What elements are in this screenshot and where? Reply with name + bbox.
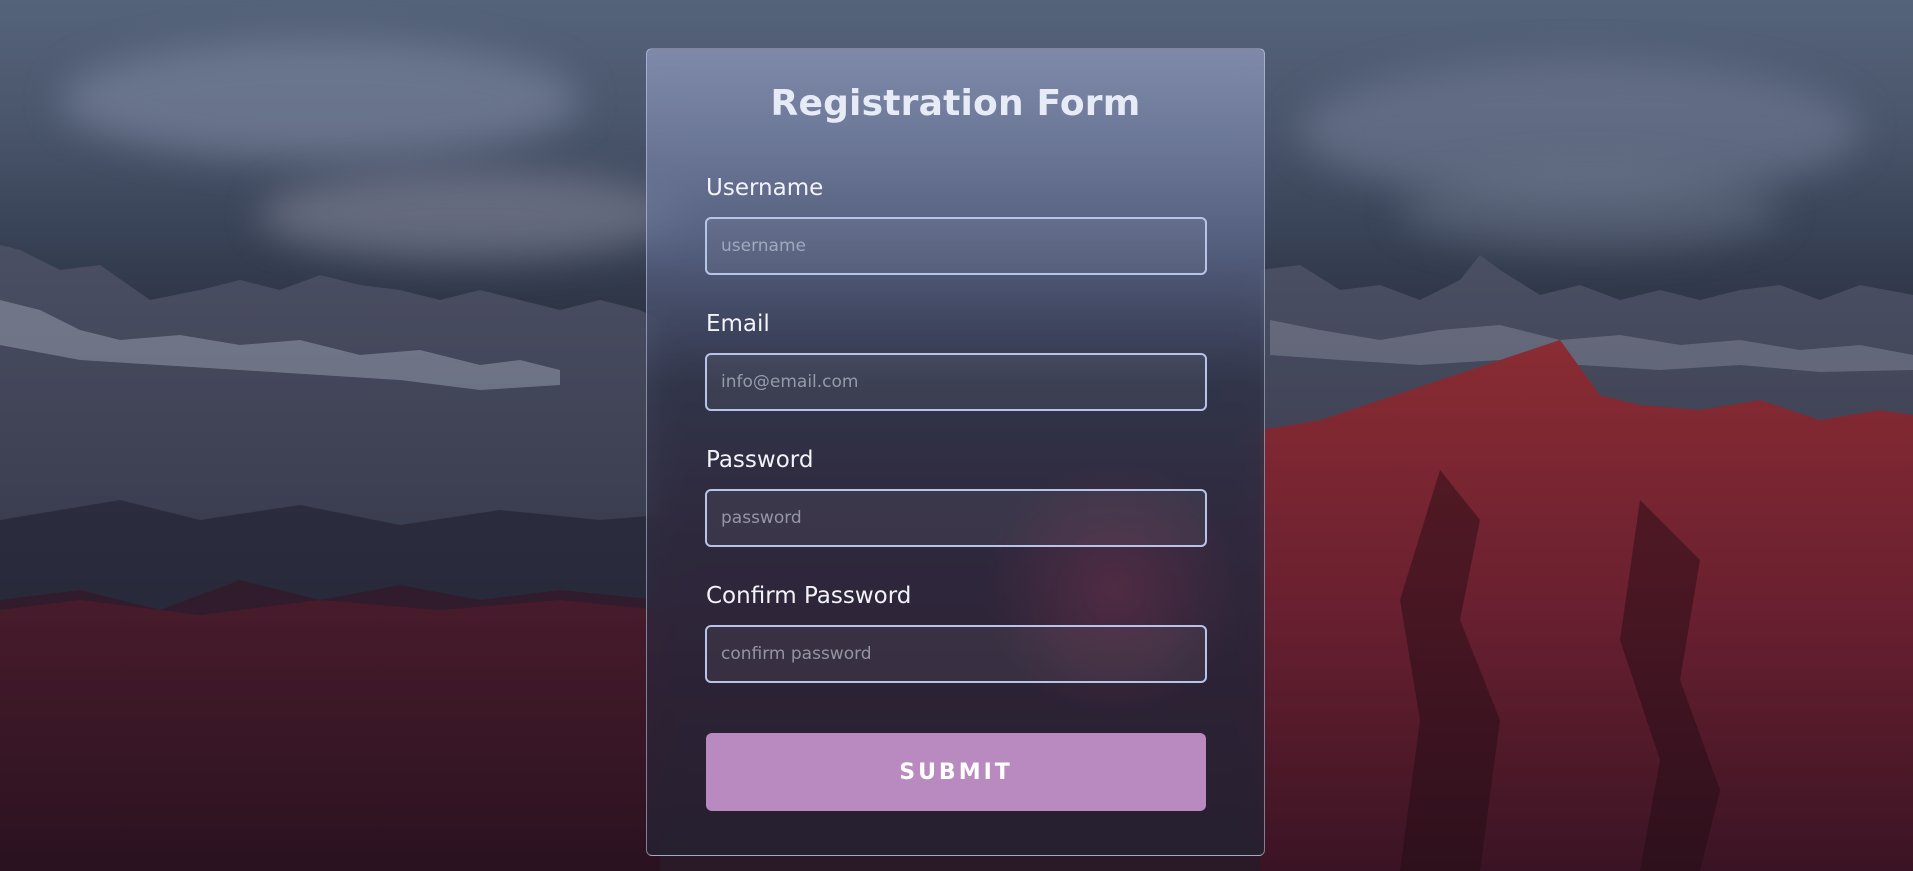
background-scene: Registration Form Username Email Passwor… [0, 0, 1913, 871]
password-label: Password [706, 447, 814, 473]
email-input[interactable] [705, 353, 1207, 411]
password-input[interactable] [705, 489, 1207, 547]
submit-button[interactable]: SUBMIT [706, 733, 1206, 811]
confirm-password-label: Confirm Password [706, 583, 912, 609]
username-label: Username [706, 175, 824, 201]
email-label: Email [706, 311, 770, 337]
confirm-password-input[interactable] [705, 625, 1207, 683]
registration-card: Registration Form Username Email Passwor… [646, 48, 1265, 856]
form-title: Registration Form [770, 83, 1141, 124]
username-input[interactable] [705, 217, 1207, 275]
